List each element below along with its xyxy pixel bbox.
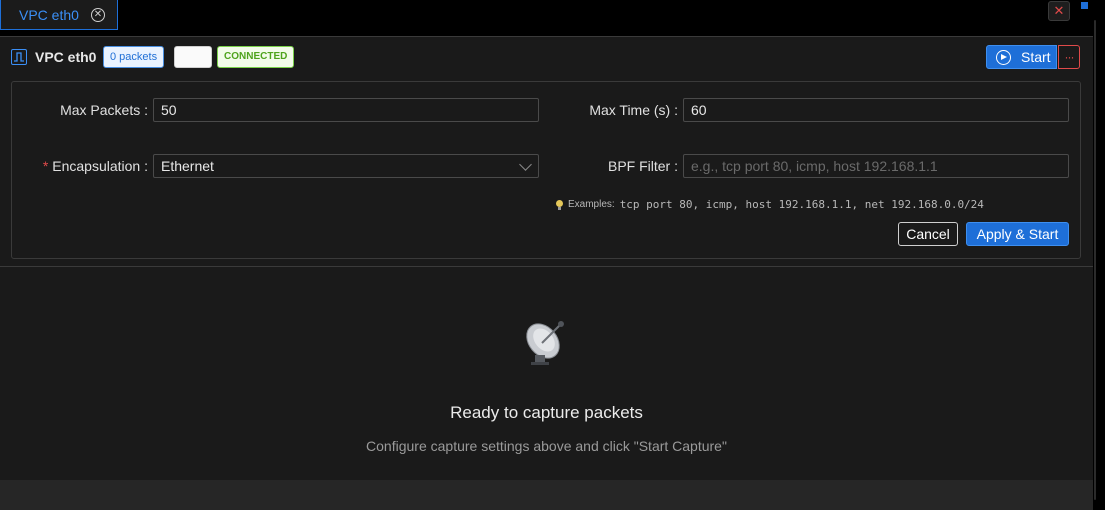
- cancel-button[interactable]: Cancel: [898, 222, 958, 246]
- lightbulb-icon: [556, 199, 563, 210]
- capture-panel: VPC eth0 0 packets CONNECTED Start ··· M…: [0, 37, 1093, 510]
- max-time-input[interactable]: [683, 98, 1069, 122]
- footer-bar: [0, 480, 1093, 510]
- connection-status-badge: CONNECTED: [217, 46, 295, 68]
- start-button[interactable]: Start: [986, 45, 1057, 69]
- empty-state-subtitle: Configure capture settings above and cli…: [366, 438, 727, 454]
- max-packets-label: Max Packets :: [60, 102, 148, 118]
- bpf-examples-hint: Examples: tcp port 80, icmp, host 192.16…: [556, 198, 984, 211]
- packet-count-badge: 0 packets: [103, 46, 165, 68]
- tab-bar: VPC eth0 ✕ ✕: [0, 0, 1093, 37]
- empty-badge: [174, 46, 212, 68]
- bpf-filter-label: BPF Filter :: [607, 158, 678, 174]
- encapsulation-value: Ethernet: [161, 158, 214, 174]
- apply-start-button[interactable]: Apply & Start: [966, 222, 1069, 246]
- hint-prefix: Examples:: [568, 199, 615, 210]
- waveform-icon: [11, 49, 27, 65]
- interface-title: VPC eth0: [35, 49, 97, 65]
- satellite-dish-icon: [520, 317, 570, 367]
- start-label: Start: [1021, 49, 1051, 65]
- capture-header: VPC eth0 0 packets CONNECTED Start ···: [0, 37, 1093, 77]
- capture-settings-form: Max Packets : Max Time (s) : *Encapsulat…: [11, 81, 1081, 259]
- bpf-filter-input[interactable]: [683, 154, 1069, 178]
- play-icon: [996, 49, 1011, 65]
- encapsulation-select[interactable]: Ethernet: [153, 154, 539, 178]
- tab-close-icon[interactable]: ✕: [90, 7, 105, 22]
- hint-text: tcp port 80, icmp, host 192.168.1.1, net…: [619, 198, 984, 211]
- status-indicator: [1081, 2, 1088, 9]
- max-packets-input[interactable]: [153, 98, 539, 122]
- tab-vpc-eth0[interactable]: VPC eth0 ✕: [0, 0, 118, 30]
- max-time-label: Max Time (s) :: [589, 102, 678, 118]
- scrollbar[interactable]: [1094, 20, 1096, 500]
- chevron-down-icon: [519, 158, 532, 171]
- close-panel-button[interactable]: ✕: [1048, 1, 1070, 21]
- required-marker: *: [42, 158, 49, 174]
- encapsulation-label-group: * Encapsulation :: [18, 158, 148, 174]
- tab-label: VPC eth0: [19, 6, 79, 23]
- empty-state-title: Ready to capture packets: [450, 403, 643, 422]
- empty-state: Ready to capture packets Configure captu…: [0, 267, 1093, 480]
- encapsulation-label: Encapsulation :: [52, 158, 148, 174]
- more-options-button[interactable]: ···: [1058, 45, 1080, 69]
